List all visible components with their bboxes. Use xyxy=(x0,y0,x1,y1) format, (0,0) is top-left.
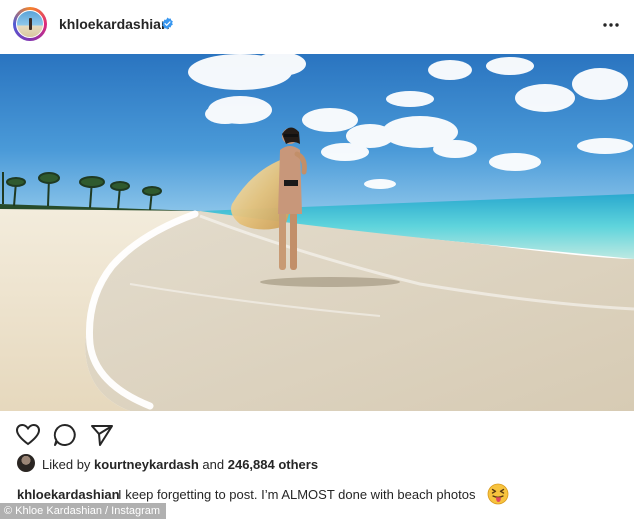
comment-icon[interactable] xyxy=(52,422,78,448)
more-options-icon[interactable] xyxy=(601,17,621,33)
likes-prefix: Liked by xyxy=(42,457,95,472)
profile-avatar[interactable] xyxy=(13,7,47,41)
avatar-image xyxy=(16,10,44,38)
heart-icon[interactable] xyxy=(15,422,41,448)
post-photo[interactable] xyxy=(0,54,634,411)
post-actions xyxy=(0,422,634,448)
post-caption: khloekardashian I keep forgetting to pos… xyxy=(0,483,634,505)
photo-credit: © Khloe Kardashian / Instagram xyxy=(0,503,167,519)
liker-username[interactable]: kourtneykardash xyxy=(94,457,199,472)
caption-text: I keep forgetting to post. I’m ALMOST do… xyxy=(118,487,476,502)
verified-badge-icon xyxy=(162,17,173,30)
paper-plane-icon[interactable] xyxy=(89,422,115,448)
post-username[interactable]: khloekardashian xyxy=(59,16,170,32)
liker-avatar[interactable] xyxy=(17,454,35,472)
post-header: khloekardashian xyxy=(0,0,634,54)
likes-connector: and xyxy=(198,457,228,472)
tongue-out-emoji-icon xyxy=(487,483,509,505)
likes-summary: Liked by kourtneykardash and 246,884 oth… xyxy=(0,452,634,474)
likes-text: Liked by kourtneykardash and 246,884 oth… xyxy=(42,457,318,472)
caption-username[interactable]: khloekardashian xyxy=(17,487,120,502)
likes-others-link[interactable]: 246,884 others xyxy=(228,457,318,472)
